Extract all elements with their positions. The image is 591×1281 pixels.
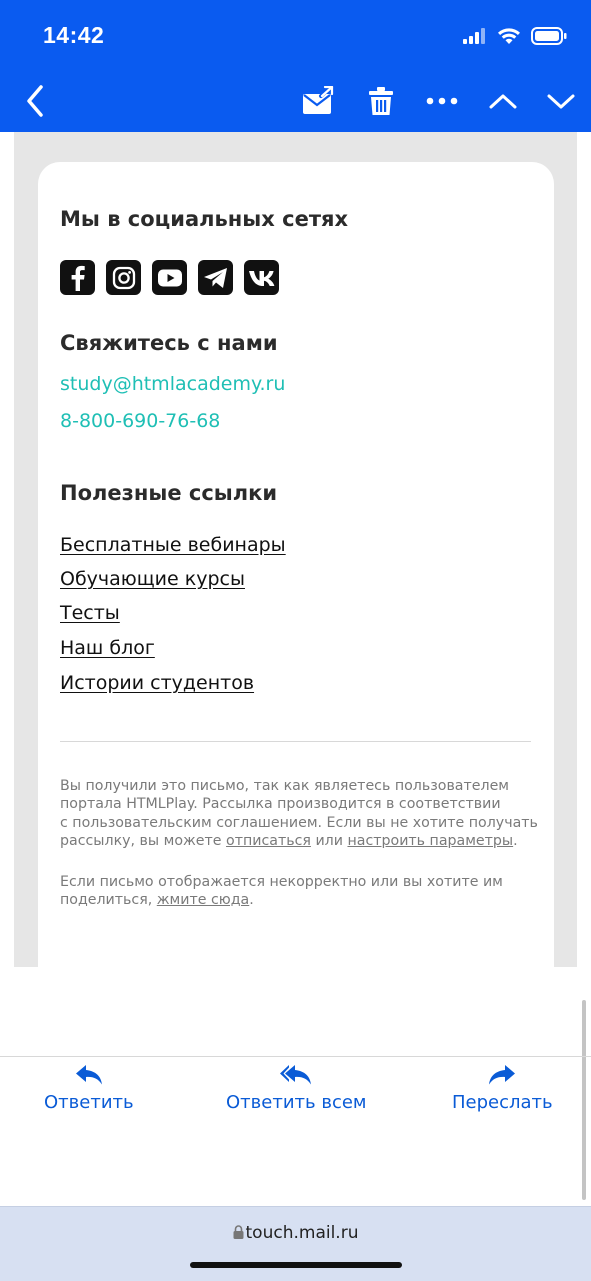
reply-all-button[interactable]: Ответить всем: [226, 1064, 367, 1113]
status-icons: [463, 24, 567, 48]
reply-all-label: Ответить всем: [226, 1092, 367, 1113]
back-icon: [27, 85, 43, 117]
status-time: 14:42: [43, 22, 105, 48]
telegram-link[interactable]: [198, 260, 233, 295]
status-bar: 14:42: [0, 0, 591, 70]
contact-heading: Свяжитесь с нами: [60, 331, 278, 355]
facebook-link[interactable]: [60, 260, 95, 295]
youtube-icon: [157, 269, 182, 286]
forward-icon: [489, 1065, 516, 1085]
battery-icon: [531, 27, 567, 45]
footer-text: или: [310, 832, 348, 849]
vk-icon: [248, 270, 274, 286]
mail-toolbar: [0, 70, 591, 132]
link-courses[interactable]: Обучающие курсы: [60, 568, 245, 590]
settings-link[interactable]: настроить параметры: [347, 833, 513, 849]
previous-message-button[interactable]: [486, 80, 520, 122]
links-heading: Полезные ссылки: [60, 481, 278, 505]
footer-line: портала HTMLPlay. Рассылка производится …: [60, 796, 501, 813]
footer-line: рассылку, вы можете отписаться или настр…: [60, 832, 540, 850]
footer-text: .: [513, 832, 518, 849]
link-tests[interactable]: Тесты: [60, 602, 120, 624]
social-icons: [60, 260, 279, 295]
reply-label: Ответить: [44, 1092, 134, 1113]
footer-line: поделиться, жмите сюда.: [60, 891, 540, 909]
unsubscribe-link[interactable]: отписаться: [226, 833, 311, 849]
footer-text: поделиться,: [60, 892, 157, 909]
more-icon: [426, 97, 458, 105]
signal-icon: [463, 28, 485, 44]
more-button[interactable]: [424, 80, 460, 122]
url-display[interactable]: touch.mail.ru: [0, 1223, 591, 1243]
telegram-icon: [203, 267, 227, 288]
footer-notice: Вы получили это письмо, так как являетес…: [60, 777, 540, 850]
reply-icon: [75, 1065, 102, 1085]
instagram-icon: [112, 266, 135, 289]
move-to-folder-button[interactable]: [300, 80, 336, 122]
next-message-button[interactable]: [544, 80, 578, 122]
divider: [60, 741, 531, 742]
footer-text: .: [249, 892, 254, 909]
reply-all-icon: [280, 1065, 312, 1085]
email-link[interactable]: study@htmlacademy.ru: [60, 373, 285, 395]
footer-text: рассылку, вы можете: [60, 832, 227, 849]
actions-divider: [0, 1056, 591, 1057]
click-here-link[interactable]: жмите сюда: [157, 892, 249, 908]
forward-button[interactable]: Переслать: [452, 1064, 553, 1113]
vk-link[interactable]: [244, 260, 279, 295]
chevron-down-icon: [547, 94, 575, 109]
back-button[interactable]: [20, 80, 50, 122]
link-webinars[interactable]: Бесплатные вебинары: [60, 534, 286, 556]
facebook-icon: [71, 265, 85, 291]
delete-button[interactable]: [366, 80, 396, 122]
footer-line: Вы получили это письмо, так как являетес…: [60, 778, 509, 794]
phone-link[interactable]: 8-800-690-76-68: [60, 410, 220, 432]
url-text: touch.mail.ru: [245, 1223, 359, 1243]
footer-line: Если письмо отображается некорректно или…: [60, 874, 503, 890]
link-blog[interactable]: Наш блог: [60, 637, 155, 659]
move-to-folder-icon: [303, 86, 334, 114]
browser-url-bar[interactable]: touch.mail.ru: [0, 1206, 591, 1281]
lock-icon: [233, 1225, 244, 1239]
chevron-up-icon: [489, 94, 517, 109]
trash-icon: [369, 87, 393, 115]
youtube-link[interactable]: [152, 260, 187, 295]
link-stories[interactable]: Истории студентов: [60, 672, 254, 694]
forward-label: Переслать: [452, 1092, 553, 1113]
home-indicator: [190, 1262, 402, 1268]
reply-button[interactable]: Ответить: [44, 1064, 134, 1113]
footer-line: с пользовательским соглашением. Если вы …: [60, 814, 538, 831]
wifi-icon: [498, 28, 520, 44]
footer-share-notice: Если письмо отображается некорректно или…: [60, 873, 540, 910]
scrollbar[interactable]: [582, 1000, 586, 1200]
instagram-link[interactable]: [106, 260, 141, 295]
social-heading: Мы в социальных сетях: [60, 207, 349, 231]
